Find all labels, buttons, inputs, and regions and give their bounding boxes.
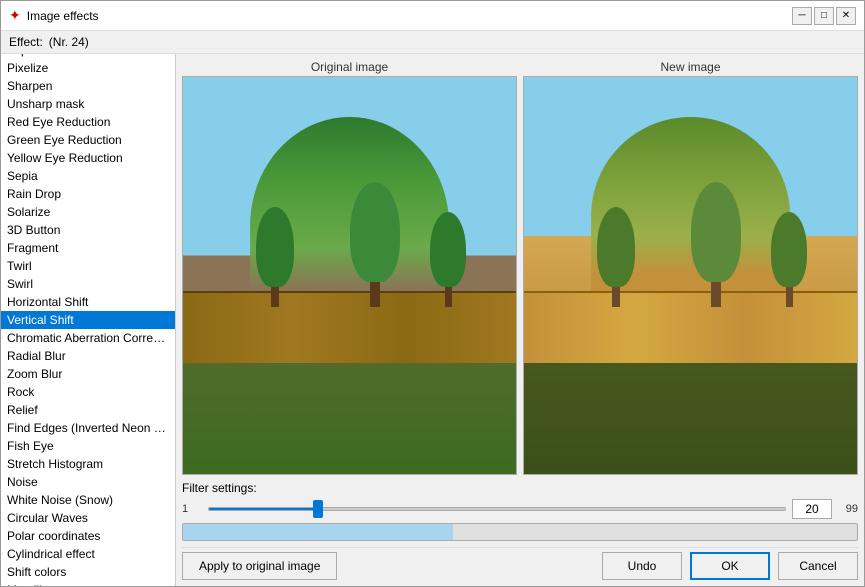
- effect-item-red-eye-reduction[interactable]: Red Eye Reduction: [1, 113, 175, 131]
- slider-row: 1 20 99: [182, 499, 858, 519]
- effect-item-chromatic-aberration[interactable]: Chromatic Aberration Correction: [1, 329, 175, 347]
- main-window: ✦ Image effects ─ □ ✕ Effect: (Nr. 24) B…: [0, 0, 865, 587]
- original-image-label: Original image: [311, 60, 388, 74]
- original-image-box: [182, 76, 517, 475]
- cancel-button[interactable]: Cancel: [778, 552, 858, 580]
- effect-item-stretch-histogram[interactable]: Stretch Histogram: [1, 455, 175, 473]
- effect-item-vertical-shift[interactable]: Vertical Shift: [1, 311, 175, 329]
- new-tree-1: [597, 207, 635, 307]
- slider-container[interactable]: [208, 499, 786, 519]
- effect-item-yellow-eye-reduction[interactable]: Yellow Eye Reduction: [1, 149, 175, 167]
- effect-item-find-edges-inverted[interactable]: Find Edges (Inverted Neon edge): [1, 419, 175, 437]
- original-image-panel: Original image: [182, 60, 517, 475]
- new-image-label: New image: [660, 60, 720, 74]
- orig-tree-top-2: [350, 182, 400, 282]
- effect-item-shift-colors[interactable]: Shift colors: [1, 563, 175, 581]
- effect-list[interactable]: BlurGaussian BlurFast Gaussian BlurBlur …: [1, 54, 175, 586]
- effect-item-circular-waves[interactable]: Circular Waves: [1, 509, 175, 527]
- effect-item-solarize[interactable]: Solarize: [1, 203, 175, 221]
- effect-item-polar-coordinates[interactable]: Polar coordinates: [1, 527, 175, 545]
- orig-trunk-2: [370, 282, 380, 307]
- new-tree-2: [691, 182, 741, 307]
- effect-item-cylindrical-effect[interactable]: Cylindrical effect: [1, 545, 175, 563]
- title-bar-left: ✦ Image effects: [9, 7, 99, 24]
- slider-fill: [209, 508, 318, 510]
- effect-item-swirl[interactable]: Swirl: [1, 275, 175, 293]
- app-icon: ✦: [9, 7, 21, 24]
- filter-settings-label: Filter settings:: [182, 481, 858, 495]
- content-area: BlurGaussian BlurFast Gaussian BlurBlur …: [1, 54, 864, 586]
- effect-item-zoom-blur[interactable]: Zoom Blur: [1, 365, 175, 383]
- new-tree-3: [771, 212, 807, 307]
- slider-max: 99: [838, 503, 858, 515]
- window-title: Image effects: [27, 9, 99, 23]
- images-row: Original image: [182, 60, 858, 475]
- minimize-button[interactable]: ─: [792, 7, 812, 25]
- orig-trunk-1: [271, 287, 279, 307]
- window-controls: ─ □ ✕: [792, 7, 856, 25]
- new-tree-top-3: [771, 212, 807, 287]
- effect-item-metallic[interactable]: Metallic: [1, 581, 175, 586]
- new-tree-top-2: [691, 182, 741, 282]
- undo-button[interactable]: Undo: [602, 552, 682, 580]
- new-trunk-1: [612, 287, 620, 307]
- effect-item-fragment[interactable]: Fragment: [1, 239, 175, 257]
- effect-item-horizontal-shift[interactable]: Horizontal Shift: [1, 293, 175, 311]
- effect-item-relief[interactable]: Relief: [1, 401, 175, 419]
- effect-label: Effect:: [9, 35, 43, 49]
- effect-item-sharpen[interactable]: Sharpen: [1, 77, 175, 95]
- new-image-box: [523, 76, 858, 475]
- orig-tree-top-3: [430, 212, 466, 287]
- filter-section: Filter settings: 1 20 99: [182, 481, 858, 541]
- effect-item-rain-drop[interactable]: Rain Drop: [1, 185, 175, 203]
- new-trunk-2: [711, 282, 721, 307]
- slider-track: [208, 507, 786, 511]
- new-tree-top-1: [597, 207, 635, 287]
- orig-tree-top-1: [256, 207, 294, 287]
- apply-button[interactable]: Apply to original image: [182, 552, 337, 580]
- effect-item-radial-blur[interactable]: Radial Blur: [1, 347, 175, 365]
- effect-item-sepia[interactable]: Sepia: [1, 167, 175, 185]
- new-trunk-3: [786, 287, 793, 307]
- progress-fill: [183, 524, 453, 540]
- new-image: [524, 77, 857, 474]
- effect-item-3d-button[interactable]: 3D Button: [1, 221, 175, 239]
- effect-item-green-eye-reduction[interactable]: Green Eye Reduction: [1, 131, 175, 149]
- effect-item-fish-eye[interactable]: Fish Eye: [1, 437, 175, 455]
- effect-list-panel: BlurGaussian BlurFast Gaussian BlurBlur …: [1, 54, 176, 586]
- progress-bar-row: [182, 523, 858, 541]
- orig-trunk-3: [445, 287, 452, 307]
- effect-item-noise[interactable]: Noise: [1, 473, 175, 491]
- close-button[interactable]: ✕: [836, 7, 856, 25]
- ok-button[interactable]: OK: [690, 552, 770, 580]
- effect-item-unsharp-mask[interactable]: Unsharp mask: [1, 95, 175, 113]
- new-image-panel: New image: [523, 60, 858, 475]
- effect-item-rock[interactable]: Rock: [1, 383, 175, 401]
- slider-min: 1: [182, 503, 202, 515]
- original-image: [183, 77, 516, 474]
- effect-value: (Nr. 24): [49, 35, 89, 49]
- effect-bar: Effect: (Nr. 24): [1, 31, 864, 54]
- slider-value[interactable]: 20: [792, 499, 832, 519]
- maximize-button[interactable]: □: [814, 7, 834, 25]
- effect-item-pixelize[interactable]: Pixelize: [1, 59, 175, 77]
- orig-tree-1: [256, 207, 294, 307]
- effect-item-white-noise[interactable]: White Noise (Snow): [1, 491, 175, 509]
- title-bar: ✦ Image effects ─ □ ✕: [1, 1, 864, 31]
- effect-item-twirl[interactable]: Twirl: [1, 257, 175, 275]
- slider-thumb[interactable]: [313, 500, 323, 518]
- orig-tree-2: [350, 182, 400, 307]
- orig-tree-3: [430, 212, 466, 307]
- progress-track: [182, 523, 858, 541]
- buttons-row: Apply to original image Undo OK Cancel: [182, 547, 858, 580]
- main-panel: Original image: [176, 54, 864, 586]
